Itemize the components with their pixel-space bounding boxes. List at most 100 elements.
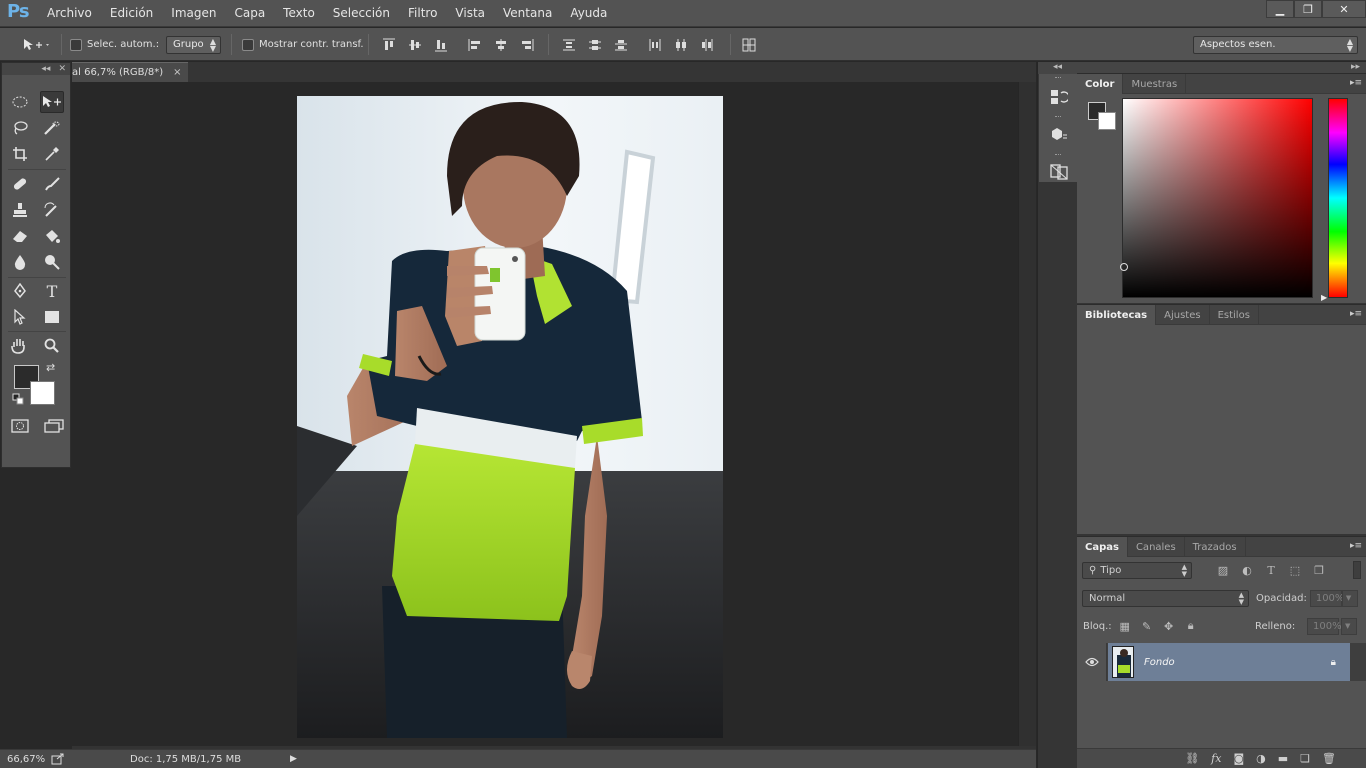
tab-bibliotecas[interactable]: Bibliotecas [1077, 305, 1157, 325]
distribute-hcenter-icon[interactable] [674, 38, 688, 52]
eyedropper-icon[interactable] [40, 143, 64, 165]
panel-menu-icon[interactable]: ▸≡ [1350, 78, 1362, 88]
tab-capas[interactable]: Capas [1077, 537, 1128, 557]
minimize-button[interactable]: ▁ [1266, 0, 1294, 18]
hue-slider-handle-icon[interactable]: ▶ [1321, 293, 1327, 302]
filter-toggle[interactable] [1353, 561, 1361, 579]
new-group-icon[interactable]: ▬ [1278, 752, 1288, 765]
restore-button[interactable]: ❐ [1294, 0, 1322, 18]
layer-row[interactable]: Fondo 🔒︎ [1108, 643, 1350, 681]
document-tab[interactable]: al 66,7% (RGB/8*) × [72, 62, 188, 82]
menu-capa[interactable]: Capa [225, 6, 274, 20]
close-window-button[interactable]: ✕ [1322, 0, 1366, 18]
tool-preset-picker[interactable] [22, 28, 52, 61]
tools-panel-header[interactable]: ◂◂ ✕ [2, 63, 70, 75]
workspace-switcher[interactable]: Aspectos esen. ▲ ▼ [1193, 28, 1358, 61]
auto-select-dropdown[interactable]: Grupo ▲ ▼ [166, 35, 221, 54]
lock-transparent-icon[interactable]: ▦ [1118, 619, 1132, 633]
tab-trazados[interactable]: Trazados [1185, 537, 1246, 557]
rectangle-icon[interactable] [40, 306, 64, 328]
blur-icon[interactable] [8, 251, 32, 273]
screen-mode-icon[interactable] [44, 419, 64, 436]
menu-archivo[interactable]: Archivo [38, 6, 101, 20]
distribute-top-icon[interactable] [562, 38, 576, 52]
dodge-icon[interactable] [40, 251, 64, 273]
swap-colors-icon[interactable]: ⇄ [46, 361, 55, 374]
collapse-icon[interactable]: ◂◂ [41, 64, 50, 74]
panel-menu-icon[interactable]: ▸≡ [1350, 541, 1362, 551]
filter-adjustment-icon[interactable]: ◐ [1240, 563, 1254, 577]
add-mask-icon[interactable]: ◙ [1233, 752, 1244, 765]
auto-align-layers-icon[interactable] [742, 38, 756, 52]
paint-bucket-icon[interactable] [40, 225, 64, 247]
history-brush-icon[interactable] [40, 199, 64, 221]
crop-icon[interactable] [8, 143, 32, 165]
fill-field[interactable]: 100% [1307, 617, 1342, 635]
healing-brush-icon[interactable] [8, 173, 32, 195]
menu-imagen[interactable]: Imagen [162, 6, 225, 20]
status-menu-arrow-icon[interactable]: ▶ [290, 754, 297, 764]
history-icon[interactable] [1050, 88, 1068, 106]
transform-controls-box[interactable] [242, 38, 254, 51]
type-icon[interactable]: T [40, 280, 64, 302]
pen-icon[interactable] [8, 280, 32, 302]
align-left-icon[interactable] [468, 38, 482, 52]
quick-mask-icon[interactable] [11, 419, 29, 436]
opacity-arrow-icon[interactable]: ▼ [1341, 589, 1358, 607]
path-selection-icon[interactable] [8, 306, 32, 328]
properties-icon[interactable] [1050, 162, 1068, 180]
default-colors-icon[interactable] [12, 393, 24, 408]
move-icon[interactable] [40, 91, 64, 113]
blend-mode-dropdown[interactable]: Normal ▲ ▼ [1082, 589, 1249, 607]
tab-canales[interactable]: Canales [1128, 537, 1185, 557]
distribute-right-icon[interactable] [700, 38, 714, 52]
menu-ventana[interactable]: Ventana [494, 6, 561, 20]
align-right-icon[interactable] [520, 38, 534, 52]
layer-visibility-eye-icon[interactable] [1077, 643, 1107, 681]
transform-controls-checkbox[interactable]: Mostrar contr. transf. [242, 28, 364, 61]
lasso-icon[interactable] [8, 117, 32, 139]
menu-texto[interactable]: Texto [274, 6, 324, 20]
menu-filtro[interactable]: Filtro [399, 6, 446, 20]
lock-pixels-icon[interactable]: ✎ [1140, 619, 1154, 633]
zoom-level[interactable]: 66,67% [7, 754, 45, 765]
align-top-icon[interactable] [382, 38, 396, 52]
elliptical-marquee-icon[interactable] [8, 91, 32, 113]
auto-select-target[interactable]: Grupo ▲ ▼ [166, 28, 221, 61]
lock-position-icon[interactable]: ✥ [1162, 619, 1176, 633]
document-image[interactable] [297, 96, 723, 738]
menu-seleccion[interactable]: Selección [324, 6, 399, 20]
layer-filter-dropdown[interactable]: ⚲ Tipo ▲ ▼ [1082, 561, 1192, 579]
fill-arrow-icon[interactable]: ▼ [1341, 617, 1357, 635]
tab-muestras[interactable]: Muestras [1123, 74, 1187, 94]
eraser-icon[interactable] [8, 225, 32, 247]
new-adjustment-icon[interactable]: ◑ [1256, 752, 1266, 765]
align-bottom-icon[interactable] [434, 38, 448, 52]
opacity-field[interactable]: 100% [1309, 589, 1344, 607]
filter-pixel-icon[interactable]: ▨ [1216, 563, 1230, 577]
export-icon[interactable] [51, 753, 64, 768]
color-bg-swatch[interactable] [1098, 112, 1116, 130]
tab-ajustes[interactable]: Ajustes [1156, 305, 1210, 325]
3d-cube-icon[interactable] [1050, 126, 1068, 144]
layer-style-fx-icon[interactable]: fx [1211, 752, 1221, 765]
dock-collapse-icon[interactable]: ◂◂ [1038, 62, 1077, 74]
clone-stamp-icon[interactable] [8, 199, 32, 221]
vertical-scrollbar[interactable] [1018, 82, 1036, 746]
delete-layer-icon[interactable]: 🗑︎ [1322, 752, 1336, 765]
panel-menu-icon[interactable]: ▸≡ [1350, 309, 1362, 319]
quick-selection-icon[interactable] [40, 117, 64, 139]
filter-type-icon[interactable]: T [1264, 563, 1278, 577]
distribute-vcenter-icon[interactable] [588, 38, 602, 52]
menu-vista[interactable]: Vista [446, 6, 494, 20]
link-layers-icon[interactable]: ⛓ [1185, 752, 1199, 765]
align-hcenter-icon[interactable] [494, 38, 508, 52]
filter-smart-object-icon[interactable]: ❐ [1312, 563, 1326, 577]
close-document-icon[interactable]: × [173, 67, 181, 78]
hand-icon[interactable] [8, 335, 32, 357]
tab-color[interactable]: Color [1077, 74, 1124, 94]
workspace-dropdown[interactable]: Aspectos esen. ▲ ▼ [1193, 35, 1358, 54]
layer-name[interactable]: Fondo [1144, 657, 1175, 668]
dock-expand-icon[interactable]: ▸▸ [1351, 62, 1360, 72]
auto-select-box[interactable] [70, 38, 82, 51]
